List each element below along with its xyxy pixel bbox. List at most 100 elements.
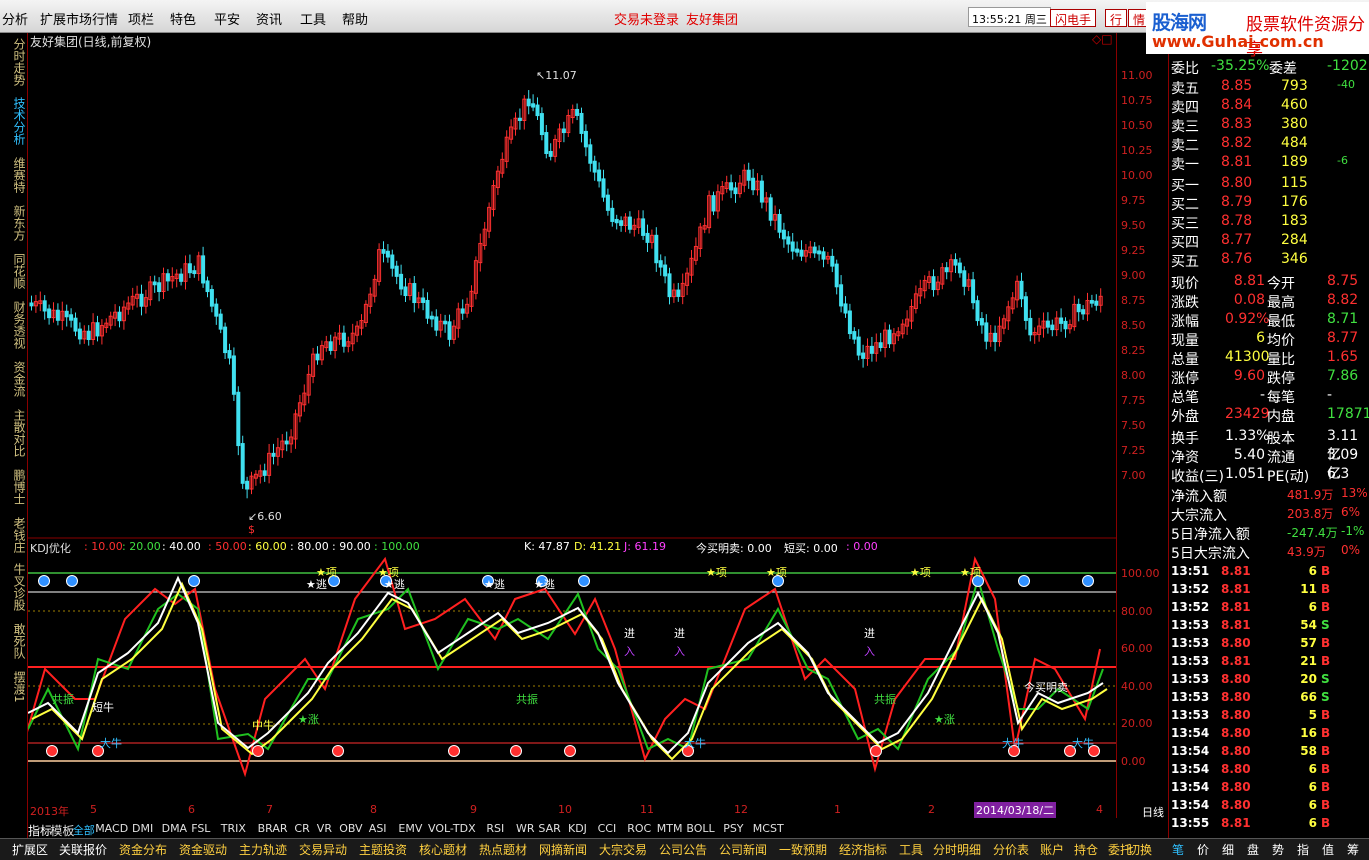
bottom-bar-item[interactable]: 公司公告 [659, 841, 707, 858]
right-tab[interactable]: 价 [1197, 841, 1209, 858]
bottom-bar-item[interactable]: 分时明细 [933, 841, 981, 858]
tick-row-cell: 66 [1300, 690, 1317, 704]
menu-tools[interactable]: 工具 [300, 9, 326, 28]
indicator-tab-mcst[interactable]: MCST [753, 822, 784, 835]
indicator-tab-vol-tdx[interactable]: VOL-TDX [428, 822, 476, 835]
tab-capital-flow[interactable]: 资金流 [9, 361, 26, 397]
tab-main-vs-retail[interactable]: 主散对比 [9, 409, 26, 457]
bottom-bar-item[interactable]: 一致预期 [779, 841, 827, 858]
tab-xindongfang[interactable]: 新东方 [9, 205, 26, 241]
bottom-bar-item[interactable]: 大宗交易 [599, 841, 647, 858]
bottom-bar-item[interactable]: 主力轨迹 [239, 841, 287, 858]
chart-settings-icon[interactable]: ◇□ [1092, 32, 1113, 46]
indicator-tab-模板[interactable]: 模板 [50, 822, 74, 839]
bottom-bar-item[interactable]: 分价表 [993, 841, 1029, 858]
indicator-tab-sar[interactable]: SAR [538, 822, 560, 835]
trade-status[interactable]: 交易未登录 [614, 9, 679, 28]
tab-laoqianzhuang[interactable]: 老钱庄 [9, 517, 26, 553]
indicator-label: ★项 [910, 566, 931, 579]
bottom-bar-item[interactable]: 账户 [1040, 841, 1064, 858]
right-tab[interactable]: 细 [1222, 841, 1234, 858]
tick-row-cell: S [1321, 672, 1330, 686]
tick-row-cell: 13:55 [1171, 816, 1210, 830]
tab-pengboshi[interactable]: 鹏博士 [9, 469, 26, 505]
k-value: K: 47.87 [524, 540, 570, 553]
indicator-tab-trix[interactable]: TRIX [221, 822, 246, 835]
ask-row-cell: 8.81 [1221, 154, 1253, 170]
tab-technical[interactable]: 技术分析 [9, 97, 26, 145]
indicator-tab-fsl[interactable]: FSL [191, 822, 210, 835]
indicator-name[interactable]: KDJ优化 [30, 540, 71, 556]
chart-canvas[interactable] [28, 33, 1116, 818]
menu-special[interactable]: 特色 [170, 9, 196, 28]
tab-tonghuashun[interactable]: 同花顺 [9, 253, 26, 289]
right-tab[interactable]: 盘 [1247, 841, 1259, 858]
tab-weisaite[interactable]: 维赛特 [9, 157, 26, 193]
indicator-tab-roc[interactable]: ROC [627, 822, 651, 835]
bottom-bar-item[interactable]: 经济指标 [839, 841, 887, 858]
candle-body [645, 232, 650, 243]
tick-row: 13:53 8.80 57 B [1169, 636, 1369, 655]
indicator-tab-指标[interactable]: 指标 [28, 822, 52, 839]
bid-row: 买五 8.76 346 [1169, 251, 1369, 270]
indicator-tab-asi[interactable]: ASI [369, 822, 387, 835]
stat-row-cell: 外盘 [1171, 409, 1199, 425]
tab-gansidui[interactable]: 敢死队 [9, 623, 26, 659]
stat-row: 净资 5.40 流通 3.09亿 [1169, 447, 1369, 482]
bottom-bar-item[interactable]: 资金驱动 [179, 841, 227, 858]
right-tab[interactable]: 指 [1297, 841, 1309, 858]
bottom-bar-item[interactable]: 热点题材 [479, 841, 527, 858]
quote-button[interactable]: 行 [1105, 9, 1128, 27]
tab-finance[interactable]: 财务透视 [9, 301, 26, 349]
bottom-bar-item[interactable]: 工具 [899, 841, 923, 858]
indicator-tab-kdj[interactable]: KDJ [568, 822, 587, 835]
indicator-tab-mtm[interactable]: MTM [657, 822, 683, 835]
right-tab[interactable]: 筹 [1347, 841, 1359, 858]
flash-trade-button[interactable]: 闪电手 [1050, 9, 1097, 27]
bottom-bar-item[interactable]: 网摘新闻 [539, 841, 587, 858]
indicator-tab-全部[interactable]: 全部 [73, 822, 95, 838]
menu-ext-market[interactable]: 扩展市场行情 [40, 9, 118, 28]
candle-body [201, 255, 206, 284]
bottom-bar-item[interactable]: 关联报价 [59, 841, 107, 858]
bottom-bar-item[interactable]: 切换 [1128, 841, 1152, 858]
tick-row-cell: 13:53 [1171, 654, 1210, 668]
indicator-label: 大牛 [1002, 737, 1024, 750]
indicator-tab-rsi[interactable]: RSI [486, 822, 504, 835]
bottom-bar-item[interactable]: 资金分布 [119, 841, 167, 858]
bottom-bar-item[interactable]: 核心题材 [419, 841, 467, 858]
menu-help[interactable]: 帮助 [342, 9, 368, 28]
indicator-tab-psy[interactable]: PSY [723, 822, 743, 835]
tab-niucha[interactable]: 牛叉诊股 [9, 563, 26, 611]
menu-news[interactable]: 资讯 [256, 9, 282, 28]
time-axis: 2013年5678910111212342014/03/18/二 [28, 802, 1116, 818]
indicator-tab-brar[interactable]: BRAR [258, 822, 288, 835]
chart-area[interactable]: 友好集团(日线,前复权) ◇□ ↖11.07 ↙6.60 $ KDJ优化 : 1… [28, 32, 1116, 818]
indicator-tab-macd[interactable]: MACD [95, 822, 128, 835]
bottom-bar-item[interactable]: 持仓 [1074, 841, 1098, 858]
indicator-tab-obv[interactable]: OBV [339, 822, 362, 835]
menu-analysis[interactable]: 分析 [2, 9, 28, 28]
menu-pingan[interactable]: 平安 [214, 9, 240, 28]
menu-column[interactable]: 项栏 [128, 9, 154, 28]
tab-baidu[interactable]: 摆渡1 [9, 671, 26, 703]
bottom-bar-item[interactable]: 扩展区 [12, 841, 48, 858]
bottom-bar-item[interactable]: 交易异动 [299, 841, 347, 858]
stat-row-cell: 今开 [1267, 276, 1295, 292]
indicator-tab-cr[interactable]: CR [294, 822, 309, 835]
indicator-label: ★逃 [306, 578, 327, 591]
right-tab[interactable]: 势 [1272, 841, 1284, 858]
tab-timeline[interactable]: 分时走势 [9, 38, 26, 86]
bottom-bar-item[interactable]: 公司新闻 [719, 841, 767, 858]
indicator-tab-dmi[interactable]: DMI [132, 822, 153, 835]
indicator-tab-wr[interactable]: WR [516, 822, 535, 835]
right-tab[interactable]: 值 [1322, 841, 1334, 858]
bottom-bar-item[interactable]: 主题投资 [359, 841, 407, 858]
right-tab[interactable]: 笔 [1172, 841, 1184, 858]
indicator-label: 进 [864, 627, 875, 640]
indicator-tab-emv[interactable]: EMV [398, 822, 422, 835]
indicator-tab-dma[interactable]: DMA [162, 822, 188, 835]
indicator-tab-boll[interactable]: BOLL [686, 822, 714, 835]
indicator-tab-cci[interactable]: CCI [598, 822, 617, 835]
indicator-tab-vr[interactable]: VR [317, 822, 332, 835]
